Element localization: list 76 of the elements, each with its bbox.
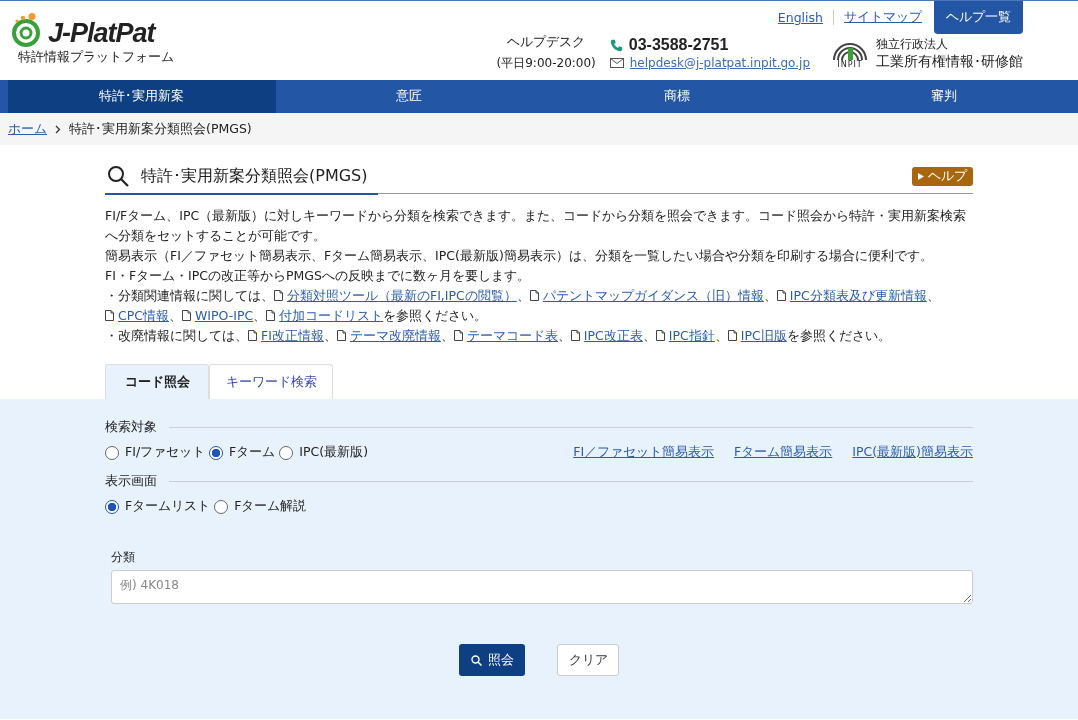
- classification-field[interactable]: 例) 4K018: [111, 570, 973, 604]
- section-label: 表示画面: [105, 473, 157, 490]
- logo-subtitle: 特許情報プラットフォーム: [18, 49, 174, 66]
- info-link[interactable]: パテントマップガイダンス（旧）情報: [542, 288, 764, 303]
- email-link[interactable]: helpdesk@j-platpat.inpit.go.jp: [629, 56, 810, 70]
- phone-icon: [609, 38, 623, 52]
- info-link[interactable]: テーマ改廃情報: [349, 328, 441, 343]
- intro-paragraph: ・分類関連情報に関しては、 分類対照ツール（最新のFI,IPCの閲覧）、 パテントマップガイダンス（旧）情報、 IPC分類表及び更新情報、 CPC情報、 WIPO-IPC、 付加コードリスト を参照ください。: [105, 287, 941, 325]
- nav-tab[interactable]: 審判: [810, 80, 1078, 113]
- breadcrumb-link[interactable]: ホーム: [8, 120, 47, 138]
- intro-paragraph: FI・Fターム・IPCの改正等からPMGSへの反映までに数ヶ月を要します。: [105, 267, 531, 285]
- info-link[interactable]: FI改正情報: [261, 328, 324, 343]
- simple-view-link[interactable]: Fターム簡易表示: [734, 444, 833, 461]
- nav-tab[interactable]: 特許･実用新案: [8, 80, 276, 113]
- breadcrumb-current: 特許･実用新案分類照会(PMGS): [69, 120, 252, 138]
- search-icon: [107, 165, 129, 187]
- tab[interactable]: コード照会: [105, 364, 209, 399]
- intro-paragraph: FI/Fターム、IPC（最新版）に対しキーワードから分類を検索できます。また、コードから分類を照会できます。コード照会から特許・実用新案検索へ分類をセットすることが可能です。: [105, 207, 968, 245]
- logo-text[interactable]: J-PlatPat: [48, 19, 155, 47]
- helpdesk-hours: (平日9:00-20:00): [496, 55, 596, 72]
- tab[interactable]: キーワード検索: [209, 364, 333, 399]
- help-list-button[interactable]: ヘルプ一覧: [934, 1, 1023, 34]
- document-icon: [727, 330, 737, 341]
- helpdesk-label: ヘルプデスク: [507, 34, 586, 51]
- radio-button[interactable]: [209, 445, 224, 460]
- intro-paragraph: ・改廃情報に関しては、 FI改正情報、 テーマ改廃情報、 テーマコード表、 IPC改正表、 IPC指針、 IPC旧版を参照ください。: [105, 327, 892, 345]
- page-title: 特許･実用新案分類照会(PMGS): [141, 165, 368, 187]
- search-icon: [470, 654, 482, 666]
- radio-label: IPC(最新版): [299, 444, 368, 461]
- radio-button[interactable]: [279, 445, 294, 460]
- info-link[interactable]: 分類対照ツール（最新のFI,IPCの閲覧）: [287, 288, 517, 303]
- simple-view-link[interactable]: FI／ファセット簡易表示: [573, 444, 715, 461]
- lookup-button[interactable]: 照会: [459, 644, 525, 676]
- intro-paragraph: 簡易表示（FI／ファセット簡易表示、Fターム簡易表示、IPC(最新版)簡易表示）は、分類を一覧したい場合や分類を印刷する場合に便利です。: [105, 247, 934, 265]
- info-link[interactable]: IPC分類表及び更新情報: [789, 288, 927, 303]
- document-icon: [529, 290, 539, 301]
- chevron-icon: [55, 124, 61, 134]
- info-link[interactable]: IPC改正表: [583, 328, 643, 343]
- radio-label: Fターム: [229, 444, 276, 461]
- document-icon: [336, 330, 346, 341]
- document-icon: [266, 310, 276, 321]
- info-link[interactable]: WIPO-IPC: [194, 308, 254, 323]
- radio-button[interactable]: [214, 499, 229, 514]
- radio-button[interactable]: [105, 445, 119, 460]
- phone-number: 03-3588-2751: [628, 36, 729, 54]
- header-link[interactable]: サイトマップ: [834, 9, 932, 26]
- org-mark-text: INPIT: [837, 59, 863, 69]
- document-icon: [105, 310, 114, 321]
- document-icon: [248, 330, 257, 341]
- document-icon: [776, 290, 786, 301]
- radio-label: Fタームリスト: [125, 498, 211, 515]
- info-link[interactable]: IPC旧版: [740, 328, 787, 343]
- info-link[interactable]: CPC情報: [118, 308, 169, 323]
- document-icon: [182, 310, 191, 321]
- info-link[interactable]: テーマコード表: [466, 328, 558, 343]
- radio-label: FI/ファセット: [125, 444, 206, 461]
- field-label: 分類: [111, 549, 136, 566]
- org-name: 工業所有権情報･研修館: [876, 52, 1023, 71]
- document-icon: [570, 330, 580, 341]
- radio-label: Fターム解説: [234, 498, 307, 515]
- document-icon: [274, 290, 283, 301]
- help-button[interactable]: ヘルプ: [912, 166, 973, 186]
- clear-button[interactable]: クリア: [557, 644, 619, 676]
- nav-tab[interactable]: 意匠: [275, 80, 543, 113]
- mail-icon: [609, 58, 624, 68]
- play-icon: [918, 172, 924, 180]
- info-link[interactable]: IPC指針: [668, 328, 715, 343]
- document-icon: [655, 330, 665, 341]
- section-label: 検索対象: [105, 419, 157, 436]
- info-link[interactable]: 付加コードリスト: [279, 308, 384, 323]
- simple-view-link[interactable]: IPC(最新版)簡易表示: [852, 444, 973, 461]
- document-icon: [453, 330, 463, 341]
- radio-button[interactable]: [105, 499, 119, 514]
- org-type: 独立行政法人: [876, 35, 949, 53]
- header-link[interactable]: English: [767, 10, 834, 25]
- nav-tab[interactable]: 商標: [543, 80, 811, 113]
